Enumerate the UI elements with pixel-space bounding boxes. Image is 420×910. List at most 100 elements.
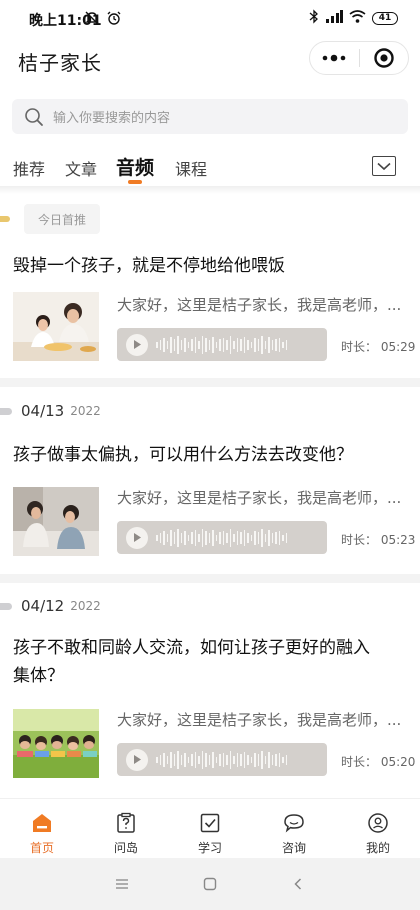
waveform-bar [268, 529, 270, 546]
date-dot [0, 602, 12, 610]
waveform-bar [166, 533, 168, 542]
waveform-bar [194, 529, 196, 546]
audio-duration: 时长： 05:29 [341, 340, 416, 354]
waveform-bar [226, 339, 228, 350]
play-button[interactable] [126, 526, 148, 549]
audio-card[interactable]: 今日首推 毁掉一个孩子，就是不停地给他喂饭 大家好，这里是桔子家长，我是高老师，… [0, 194, 420, 378]
waveform-bar [212, 751, 214, 768]
waveform-bar [226, 532, 228, 543]
close-button[interactable] [360, 42, 409, 74]
waveform-bar [159, 339, 161, 350]
date-day: 04/13 [21, 402, 65, 420]
tab-courses[interactable]: 课程 [175, 156, 207, 180]
card-excerpt: 大家好，这里是桔子家长，我是高老师，... [117, 489, 402, 507]
waveform-bar [243, 336, 245, 353]
waveform-bar [215, 341, 217, 348]
waveform-bar [219, 531, 221, 544]
tabs-expand-button[interactable] [372, 156, 396, 176]
today-pick-tag: 今日首推 [24, 204, 100, 234]
card-thumbnail [13, 292, 99, 361]
waveform-bar [243, 751, 245, 768]
nav-label: 学习 [197, 841, 222, 855]
waveform-bar [201, 750, 203, 769]
waveform-bar [236, 337, 238, 352]
mute-icon [84, 10, 100, 30]
waveform-bar [219, 753, 221, 766]
search-icon [24, 107, 44, 127]
audio-card[interactable]: 04/12 2022 孩子不敢和同龄人交流，如何让孩子更好的融入 集体？ 大家好… [0, 583, 420, 803]
card-excerpt: 大家好，这里是桔子家长，我是高老师，... [117, 296, 402, 314]
waveform-bar [222, 752, 224, 767]
waveform-bar [184, 530, 186, 545]
search-input[interactable]: 输入你要搜索的内容 [12, 99, 408, 134]
menu-icon[interactable] [78, 878, 166, 890]
waveform-bar [177, 750, 179, 769]
waveform-bar [268, 336, 270, 353]
waveform-bar [233, 755, 235, 764]
waveform-bar [159, 532, 161, 543]
card-title-line: 集体？ [13, 666, 64, 686]
waveform-bar [247, 532, 249, 543]
waveform-bar [243, 529, 245, 546]
waveform-bar [285, 532, 287, 543]
waveform-bar [205, 530, 207, 545]
waveform-bar [173, 531, 175, 544]
waveform-bar [208, 339, 210, 350]
waveform-bar [187, 756, 189, 763]
waveform-bar [257, 338, 259, 351]
nav-consult[interactable]: 咨询 [252, 799, 336, 858]
waveform-bar [170, 336, 172, 353]
waveform-bar [240, 753, 242, 766]
play-button[interactable] [126, 748, 148, 771]
waveform-bar [282, 534, 284, 541]
audio-player[interactable] [117, 521, 327, 554]
tab-audio[interactable]: 音频 [116, 153, 154, 180]
waveform-bar [285, 754, 287, 765]
waveform-bar [271, 532, 273, 543]
waveform-bar [177, 528, 179, 547]
waveform [156, 528, 287, 548]
date-day: 04/12 [21, 597, 65, 615]
audio-player[interactable] [117, 328, 327, 361]
nav-study[interactable]: 学习 [168, 799, 252, 858]
tabs-shadow [0, 186, 420, 194]
waveform-bar [159, 754, 161, 765]
waveform-bar [257, 531, 259, 544]
card-excerpt: 大家好，这里是桔子家长，我是高老师，... [117, 711, 402, 729]
waveform-bar [205, 337, 207, 352]
nav-home[interactable]: 首页 [0, 799, 84, 858]
tab-articles[interactable]: 文章 [65, 156, 97, 180]
tab-recommend[interactable]: 推荐 [13, 156, 45, 180]
waveform-bar [198, 340, 200, 349]
play-button[interactable] [126, 333, 148, 356]
card-thumbnail [13, 709, 99, 778]
waveform-bar [208, 532, 210, 543]
waveform-bar [257, 753, 259, 766]
signal-icon [325, 10, 343, 27]
tag-dot [0, 216, 10, 222]
chevron-down-icon [377, 162, 391, 170]
home-square-icon[interactable] [166, 877, 254, 891]
waveform-bar [201, 335, 203, 354]
waveform-bar [215, 756, 217, 763]
waveform-bar [191, 531, 193, 544]
waveform-bar [194, 336, 196, 353]
nav-question-island[interactable]: 问岛 [84, 799, 168, 858]
date-year: 2022 [70, 404, 101, 418]
more-button[interactable] [310, 42, 359, 74]
audio-card[interactable]: 04/13 2022 孩子做事太偏执，可以用什么方法去改变他？ 大家好，这里是桔… [0, 387, 420, 574]
waveform-bar [187, 534, 189, 541]
waveform-bar [261, 750, 263, 769]
waveform-bar [229, 335, 231, 354]
back-icon[interactable] [254, 877, 342, 891]
mini-program-capsule [309, 41, 409, 75]
nav-profile[interactable]: 我的 [336, 799, 420, 858]
waveform-bar [222, 530, 224, 545]
waveform-bar [282, 341, 284, 348]
waveform-bar [282, 756, 284, 763]
waveform-bar [261, 335, 263, 354]
waveform-bar [236, 752, 238, 767]
audio-player[interactable] [117, 743, 327, 776]
waveform-bar [170, 529, 172, 546]
card-title: 毁掉一个孩子，就是不停地给他喂饭 [13, 256, 285, 276]
